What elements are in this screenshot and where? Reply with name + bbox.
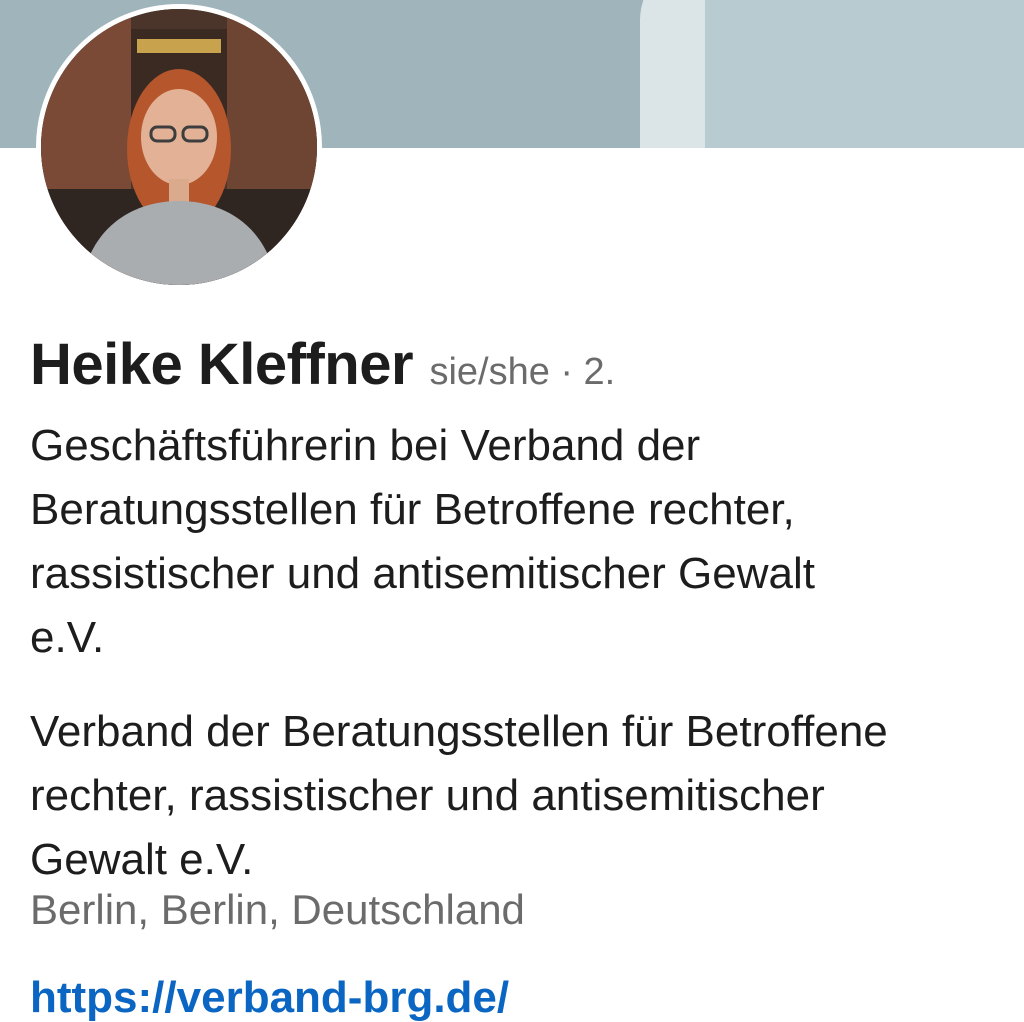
connection-degree: 2. [583,351,616,393]
profile-name: Heike Kleffner [30,332,414,397]
headline-line: e.V. [30,613,105,662]
headline-line: rassistischer und antisemitischer Gewalt [30,549,815,598]
profile-page: Heike Kleffner sie/she · 2. Geschäftsfüh… [0,0,1024,1022]
pronouns: sie/she [429,351,550,393]
profile-location: Berlin, Berlin, Deutschland [30,886,525,933]
headline-line: Geschäftsführerin bei Verband der [30,421,701,470]
website-link[interactable]: https://verband-brg.de/ [30,968,509,1022]
headline-line: Beratungsstellen für Betroffene rechter, [30,485,795,534]
current-company[interactable]: Verband der Beratungsstellen für Betroff… [30,700,1010,892]
separator: · [560,351,573,393]
name-row: Heike Kleffner sie/she · 2. [30,330,615,415]
banner-shape [705,0,1024,148]
profile-headline: Geschäftsführerin bei Verband der Beratu… [30,414,1000,670]
company-line: Verband der Beratungsstellen für Betroff… [30,707,888,756]
avatar[interactable] [36,4,322,290]
profile-photo-icon [41,9,317,285]
company-line: rechter, rassistischer und antisemitisch… [30,771,825,820]
